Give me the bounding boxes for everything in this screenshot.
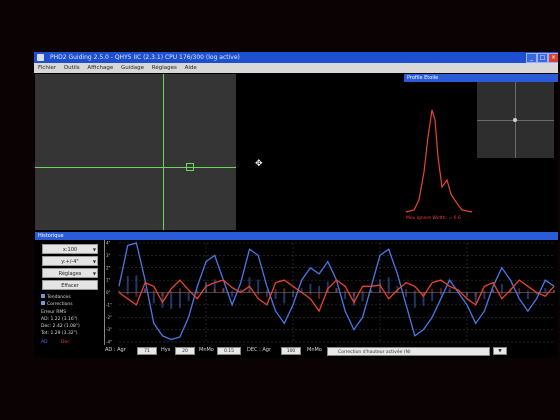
star-profile-panel: Profile Etoile Mov Ignore Width: = 6.6: [404, 74, 558, 230]
star-profile-plot: [405, 109, 473, 213]
history-title: Historique: [35, 232, 558, 240]
chevron-down-icon: ▼: [92, 259, 96, 264]
hys-label: Hys: [161, 347, 171, 353]
checkbox-icon: [41, 301, 45, 305]
clear-button[interactable]: Effacer: [42, 280, 98, 290]
hfd-readout: Mov Ignore Width: = 6.6: [406, 216, 461, 221]
screen: { "window": { "title": "PHD2 Guiding 2.5…: [0, 0, 560, 420]
phd2-window: PHD2 Guiding 2.5.0 - QHY5 IIC (2.3.1) CP…: [34, 52, 558, 358]
x-scale-dropdown[interactable]: x:100 ▼: [42, 244, 98, 254]
star-icon: [513, 118, 517, 122]
clear-label: Effacer: [61, 283, 79, 289]
rms-ra: AD: 1.22 (3.16"): [41, 317, 78, 322]
menu-guidage[interactable]: Guidage: [121, 63, 144, 73]
star-profile-title: Profile Etoile: [404, 74, 558, 82]
menu-reglages[interactable]: Réglages: [152, 63, 177, 73]
series-line-dec: [118, 279, 555, 313]
star-thumbnail: [477, 82, 554, 158]
corrections-label: Corrections: [47, 302, 73, 307]
guide-star-box: [186, 163, 194, 171]
app-icon: [37, 54, 44, 61]
minimize-button[interactable]: _: [526, 53, 537, 63]
history-panel: Historique x:100 ▼ y:+/-4" ▼ Réglages ▼ Eff…: [35, 232, 558, 358]
menu-aide[interactable]: Aide: [185, 63, 197, 73]
menu-bar: Fichier Outils Affichage Guidage Réglage…: [34, 63, 558, 73]
crosshair-vertical: [163, 74, 164, 230]
ra-agr-spinner[interactable]: 71: [137, 347, 157, 355]
rms-dec: Dec: 2.42 (1.08"): [41, 324, 80, 329]
dec-mode-label: MnMo: [307, 347, 322, 353]
rms-total: Tot: 1.29 (3.32"): [41, 331, 78, 336]
y-tick-label: -4": [106, 340, 112, 345]
y-tick-label: -3": [106, 327, 112, 332]
dec-agr-spinner[interactable]: 100: [281, 347, 301, 355]
menu-fichier[interactable]: Fichier: [38, 63, 56, 73]
checkbox-icon: [41, 294, 45, 298]
history-controls: x:100 ▼ y:+/-4" ▼ Réglages ▼ Effacer Tendan…: [37, 242, 101, 358]
camera-view[interactable]: ✥: [35, 74, 402, 230]
y-tick-label: 1": [106, 278, 111, 283]
dec-agr-label: DEC : Agr: [247, 347, 272, 353]
guide-chart-svg: 4" 3" 2" 1" 0" -1" -2" -3" -4": [106, 241, 555, 345]
title-bar: PHD2 Guiding 2.5.0 - QHY5 IIC (2.3.1) CP…: [34, 52, 558, 63]
settings-button[interactable]: Réglages ▼: [42, 268, 98, 278]
y-tick-label: 2": [106, 265, 111, 270]
y-tick-label: -1": [106, 302, 112, 307]
dec-series-label: Dec: [61, 340, 70, 345]
minmo-label: MnMo: [199, 347, 214, 353]
ra-agr-label: AD : Agr: [105, 347, 126, 353]
y-scale-dropdown[interactable]: y:+/-4" ▼: [42, 256, 98, 266]
window-title: PHD2 Guiding 2.5.0 - QHY5 IIC (2.3.1) CP…: [50, 54, 240, 61]
hys-spinner[interactable]: 20: [175, 347, 195, 355]
maximize-button[interactable]: □: [537, 53, 548, 63]
guide-graph[interactable]: 4" 3" 2" 1" 0" -1" -2" -3" -4": [104, 240, 556, 345]
mouse-cursor-icon: ✥: [255, 159, 263, 169]
y-tick-label: -2": [106, 315, 112, 320]
settings-label: Réglages: [58, 271, 82, 277]
minmo-spinner[interactable]: 0.15: [217, 347, 241, 355]
y-tick-label: 3": [106, 253, 111, 258]
trends-checkbox[interactable]: Tendances: [41, 294, 71, 300]
dec-mode-select[interactable]: Correction d'hauteur activée (N): [327, 347, 490, 356]
menu-outils[interactable]: Outils: [64, 63, 80, 73]
dropdown-arrow-icon[interactable]: ▼: [493, 347, 507, 355]
crosshair-horizontal: [35, 167, 236, 168]
y-scale-value: y:+/-4": [61, 259, 79, 265]
y-tick-label: 0": [106, 290, 111, 295]
y-tick-label: 4": [106, 241, 111, 246]
chevron-down-icon: ▼: [92, 271, 96, 276]
rms-title: Erreur RMS: [41, 310, 67, 315]
corrections-checkbox[interactable]: Corrections: [41, 301, 73, 307]
chevron-down-icon: ▼: [92, 247, 96, 252]
trends-label: Tendances: [47, 295, 71, 300]
menu-affichage[interactable]: Affichage: [87, 63, 113, 73]
ra-series-label: AD: [41, 340, 48, 345]
camera-frame[interactable]: [35, 74, 236, 230]
close-button[interactable]: ×: [548, 53, 558, 63]
star-profile-curve: [405, 109, 473, 213]
guide-params-bar: AD : Agr 71 Hys 20 MnMo 0.15 DEC : Agr 1…: [101, 345, 557, 358]
x-scale-value: x:100: [62, 247, 78, 253]
